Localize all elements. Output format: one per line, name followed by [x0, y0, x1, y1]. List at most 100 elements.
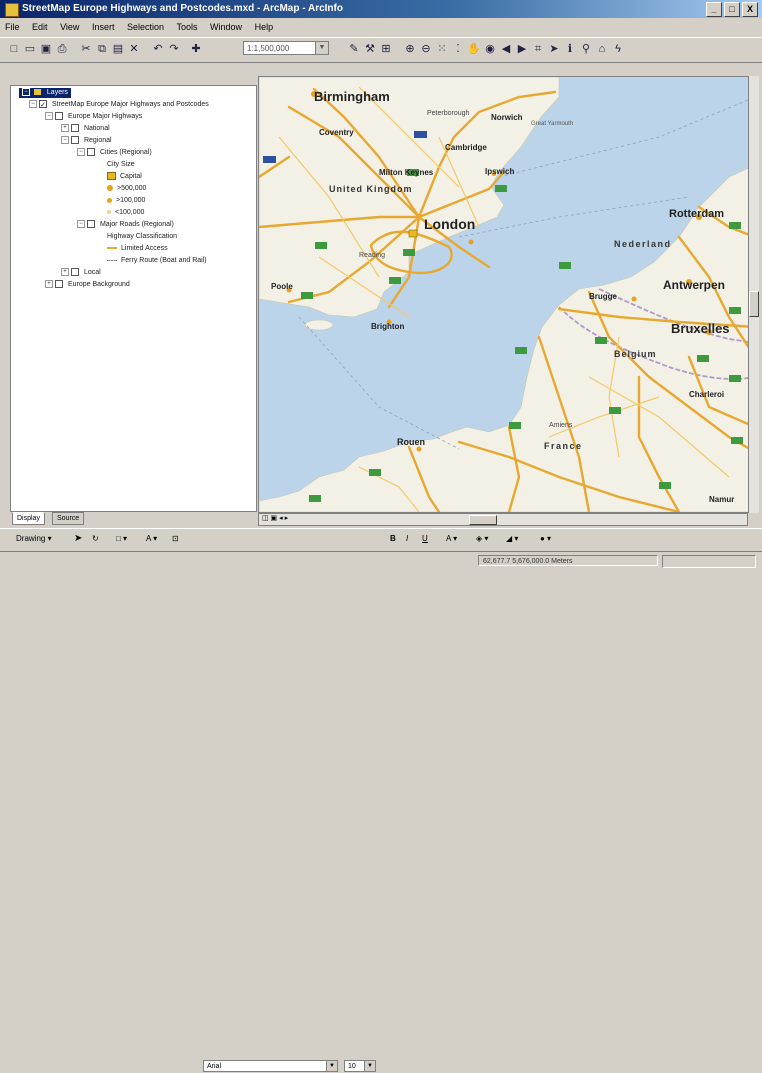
layer-checkbox[interactable]: [55, 112, 63, 121]
chevron-down-icon[interactable]: ▼: [326, 1061, 337, 1071]
layer-checkbox[interactable]: [71, 136, 79, 145]
add-data-icon[interactable]: ✚: [188, 41, 204, 57]
menu-file[interactable]: File: [0, 19, 25, 35]
zoom-out-icon[interactable]: ⊖: [418, 41, 434, 57]
table-of-contents: − Layers − ✓ StreetMap Europe Major Highw…: [10, 85, 257, 512]
new-document-icon[interactable]: □: [6, 41, 22, 57]
identify-icon[interactable]: ℹ: [562, 41, 578, 57]
font-color-icon[interactable]: A ▾: [446, 533, 457, 545]
font-size-combo[interactable]: 10 ▼: [344, 1060, 376, 1072]
marker-color-icon[interactable]: ● ▾: [540, 533, 551, 545]
delete-icon[interactable]: ✕: [126, 41, 142, 57]
editor-toolbar-icon[interactable]: ✎: [346, 41, 362, 57]
layer-checkbox[interactable]: ✓: [39, 100, 47, 109]
find-icon[interactable]: ⚲: [578, 41, 594, 57]
fixed-zoom-in-icon[interactable]: ⁙: [434, 41, 450, 57]
menu-insert[interactable]: Insert: [87, 19, 120, 35]
expand-icon[interactable]: +: [61, 268, 69, 277]
select-features-icon[interactable]: ⌗: [530, 41, 546, 57]
maximize-button[interactable]: □: [724, 2, 740, 17]
map-vertical-scrollbar[interactable]: [748, 76, 759, 513]
forward-extent-icon[interactable]: ▶: [514, 41, 530, 57]
toc-layer-group[interactable]: − ✓ StreetMap Europe Major Highways and P…: [29, 100, 209, 110]
map-horizontal-scrollbar[interactable]: [258, 513, 748, 526]
collapse-icon[interactable]: −: [77, 220, 85, 229]
layer-checkbox[interactable]: [71, 268, 79, 277]
italic-button[interactable]: I: [406, 533, 408, 545]
arcmap-app-icon: [5, 3, 19, 17]
label-poole: Poole: [271, 282, 293, 291]
menu-help[interactable]: Help: [250, 19, 279, 35]
minimize-button[interactable]: _: [706, 2, 722, 17]
rectangle-tool-icon[interactable]: □ ▾: [116, 533, 127, 545]
measure-icon[interactable]: ⌂: [594, 41, 610, 57]
expand-icon[interactable]: +: [45, 280, 53, 289]
toc-layer-item[interactable]: − Major Roads (Regional): [77, 220, 174, 230]
cut-icon[interactable]: ✂: [78, 41, 94, 57]
paste-icon[interactable]: ▤: [110, 41, 126, 57]
scrollbar-thumb[interactable]: [469, 515, 497, 525]
zoom-in-icon[interactable]: ⊕: [402, 41, 418, 57]
open-folder-icon[interactable]: ▭: [22, 41, 38, 57]
print-icon[interactable]: ⎙: [54, 41, 70, 57]
copy-icon[interactable]: ⧉: [94, 41, 110, 57]
back-extent-icon[interactable]: ◀: [498, 41, 514, 57]
label-antwerpen: Antwerpen: [663, 278, 725, 292]
collapse-icon[interactable]: −: [61, 136, 69, 145]
layer-checkbox[interactable]: [87, 220, 95, 229]
layer-checkbox[interactable]: [87, 148, 95, 157]
toc-layer-item[interactable]: − Regional: [61, 136, 112, 146]
view-switch-buttons[interactable]: ◫ ▣ ◂ ▸: [262, 514, 288, 522]
font-name-combo[interactable]: Arial ▼: [203, 1060, 338, 1072]
menu-bar: File Edit View Insert Selection Tools Wi…: [0, 19, 762, 35]
undo-icon[interactable]: ↶: [150, 41, 166, 57]
redo-icon[interactable]: ↷: [166, 41, 182, 57]
drawing-menu[interactable]: Drawing ▾: [16, 533, 52, 545]
label-nederland: Nederland: [614, 239, 672, 249]
arctoolbox-icon[interactable]: ⚒: [362, 41, 378, 57]
select-elements-icon[interactable]: ➤: [546, 41, 562, 57]
save-icon[interactable]: ▣: [38, 41, 54, 57]
toc-layer-item[interactable]: + National: [61, 124, 110, 134]
fixed-zoom-out-icon[interactable]: ⁚: [450, 41, 466, 57]
map-canvas[interactable]: Birmingham Peterborough Norwich Great Ya…: [259, 77, 755, 512]
layer-checkbox[interactable]: [55, 280, 63, 289]
tab-source[interactable]: Source: [52, 512, 85, 525]
toc-layer-item[interactable]: + Local: [61, 268, 101, 278]
menu-selection[interactable]: Selection: [122, 19, 169, 35]
menu-edit[interactable]: Edit: [27, 19, 53, 35]
rotate-icon[interactable]: ↻: [92, 533, 99, 545]
pan-icon[interactable]: ✋: [466, 41, 482, 57]
map-view[interactable]: Birmingham Peterborough Norwich Great Ya…: [258, 76, 756, 513]
toc-layers[interactable]: − Layers: [19, 88, 71, 98]
fill-color-icon[interactable]: ◈ ▾: [476, 533, 488, 545]
select-elements-icon[interactable]: ➤: [74, 533, 82, 545]
arccatalog-icon[interactable]: ⊞: [378, 41, 394, 57]
hyperlink-icon[interactable]: ϟ: [610, 41, 626, 57]
menu-window[interactable]: Window: [205, 19, 247, 35]
edit-vertices-icon[interactable]: ⊡: [172, 533, 179, 545]
line-color-icon[interactable]: ◢ ▾: [506, 533, 518, 545]
chevron-down-icon[interactable]: ▼: [315, 42, 328, 54]
toc-layer-item[interactable]: + Europe Background: [45, 280, 130, 290]
collapse-icon[interactable]: −: [45, 112, 53, 121]
layer-checkbox[interactable]: [71, 124, 79, 133]
map-scale-combo[interactable]: 1:1,500,000 ▼: [243, 41, 329, 55]
menu-tools[interactable]: Tools: [172, 19, 203, 35]
toc-layer-item[interactable]: − Cities (Regional): [77, 148, 152, 158]
collapse-icon[interactable]: −: [29, 100, 37, 109]
text-tool-icon[interactable]: A ▾: [146, 533, 157, 545]
toc-layer-item[interactable]: − Europe Major Highways: [45, 112, 142, 122]
scrollbar-thumb[interactable]: [749, 291, 759, 317]
tab-display[interactable]: Display: [12, 512, 45, 525]
bold-button[interactable]: B: [390, 533, 396, 545]
expand-icon[interactable]: +: [61, 124, 69, 133]
collapse-icon[interactable]: −: [22, 88, 30, 97]
close-button[interactable]: X: [742, 2, 758, 17]
chevron-down-icon[interactable]: ▼: [364, 1061, 375, 1071]
menu-view[interactable]: View: [55, 19, 84, 35]
underline-button[interactable]: U: [422, 533, 428, 545]
collapse-icon[interactable]: −: [77, 148, 85, 157]
label-great-yarmouth: Great Yarmouth: [531, 121, 573, 127]
full-extent-icon[interactable]: ◉: [482, 41, 498, 57]
